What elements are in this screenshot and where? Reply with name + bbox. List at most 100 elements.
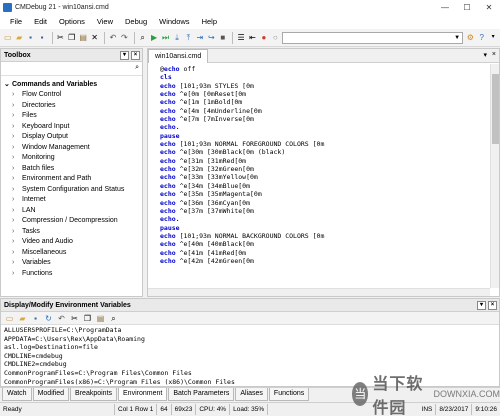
env-variable-row[interactable]: ALLUSERSPROFILE=C:\ProgramData <box>4 326 499 335</box>
redo-icon[interactable]: ↷ <box>120 32 129 43</box>
breakpoint-icon[interactable]: ● <box>259 32 268 43</box>
paste-icon[interactable]: ▤ <box>95 313 106 324</box>
open-folder-icon[interactable]: ▰ <box>14 32 23 43</box>
chevron-right-icon[interactable]: › <box>12 196 22 203</box>
chevron-right-icon[interactable]: › <box>12 165 22 172</box>
tab-aliases[interactable]: Aliases <box>235 388 268 401</box>
chevron-right-icon[interactable]: › <box>12 144 22 151</box>
collapse-icon[interactable]: ⌄ <box>4 80 12 88</box>
tree-item[interactable]: › Batch files <box>1 163 142 174</box>
list-icon[interactable]: ☰ <box>236 32 245 43</box>
cut-icon[interactable]: ✂ <box>56 32 65 43</box>
run-to-cursor-icon[interactable]: ⇥ <box>195 32 204 43</box>
chevron-right-icon[interactable]: › <box>12 238 22 245</box>
tree-item[interactable]: › Variables <box>1 258 142 269</box>
tab-close-icon[interactable]: × <box>492 51 496 58</box>
chevron-right-icon[interactable]: › <box>12 91 22 98</box>
chevron-right-icon[interactable]: › <box>12 133 22 140</box>
env-variable-row[interactable]: asl.log=Destination=file <box>4 343 499 352</box>
tab-breakpoints[interactable]: Breakpoints <box>70 388 118 401</box>
tree-item[interactable]: › Miscellaneous <box>1 247 142 258</box>
vertical-scrollbar[interactable] <box>490 64 499 288</box>
find-icon[interactable]: ⌕ <box>138 32 147 43</box>
options-icon[interactable]: ⚙ <box>466 32 475 43</box>
new-file-icon[interactable]: ▭ <box>3 32 12 43</box>
search-icon[interactable]: ⌕ <box>135 64 139 72</box>
save-icon[interactable]: ▪ <box>30 313 41 324</box>
delete-icon[interactable]: ✕ <box>90 32 99 43</box>
maximize-button[interactable]: ☐ <box>456 0 478 14</box>
env-variable-row[interactable]: CMDLINE2=cmdebug <box>4 360 499 369</box>
chevron-right-icon[interactable]: › <box>12 112 22 119</box>
horizontal-scrollbar[interactable] <box>148 288 490 296</box>
chevron-right-icon[interactable]: › <box>12 270 22 277</box>
tree-item[interactable]: › Internet <box>1 195 142 206</box>
step-into-icon[interactable]: ⤓ <box>172 32 181 43</box>
step-out-icon[interactable]: ⤒ <box>184 32 193 43</box>
tab-modified[interactable]: Modified <box>32 388 70 401</box>
help-icon[interactable]: ? <box>477 32 486 43</box>
tree-item[interactable]: › Functions <box>1 268 142 279</box>
chevron-right-icon[interactable]: › <box>12 123 22 130</box>
code-editor[interactable]: @echo off cls echo [101;93m STYLES [0m echo… <box>160 65 486 288</box>
pin-icon[interactable]: ▾ <box>477 300 486 310</box>
tree-item[interactable]: › Tasks <box>1 226 142 237</box>
tab-functions[interactable]: Functions <box>268 388 310 401</box>
tab-environment[interactable]: Environment <box>118 388 168 401</box>
line-gutter[interactable] <box>148 64 160 288</box>
chevron-right-icon[interactable]: › <box>12 217 22 224</box>
tree-item[interactable]: › Video and Audio <box>1 237 142 248</box>
tree-item[interactable]: › Keyboard Input <box>1 121 142 132</box>
toolbar-overflow-icon[interactable]: ▾ <box>488 32 497 43</box>
tree-item[interactable]: › Window Management <box>1 142 142 153</box>
save-icon[interactable]: ▪ <box>26 32 35 43</box>
chevron-right-icon[interactable]: › <box>12 102 22 109</box>
stop-icon[interactable]: ■ <box>218 32 227 43</box>
jump-icon[interactable]: ↪ <box>207 32 216 43</box>
pin-icon[interactable]: ▾ <box>120 50 129 60</box>
minimize-button[interactable]: — <box>434 0 456 14</box>
close-button[interactable]: ✕ <box>478 0 500 14</box>
clear-breakpoint-icon[interactable]: ○ <box>271 32 280 43</box>
chevron-down-icon[interactable]: ▼ <box>453 33 462 43</box>
close-icon[interactable]: × <box>131 50 140 60</box>
chevron-right-icon[interactable]: › <box>12 249 22 256</box>
close-icon[interactable]: × <box>488 300 497 310</box>
tree-item[interactable]: › Monitoring <box>1 153 142 164</box>
undo-icon[interactable]: ↶ <box>56 313 67 324</box>
chevron-right-icon[interactable]: › <box>12 228 22 235</box>
tree-item[interactable]: › Environment and Path <box>1 174 142 185</box>
env-variable-row[interactable]: CMDLINE=cmdebug <box>4 352 499 361</box>
paste-icon[interactable]: ▤ <box>78 32 87 43</box>
menu-options[interactable]: Options <box>53 17 91 26</box>
tree-item[interactable]: › Directories <box>1 100 142 111</box>
undo-icon[interactable]: ↶ <box>108 32 117 43</box>
chevron-right-icon[interactable]: › <box>12 259 22 266</box>
copy-icon[interactable]: ❐ <box>82 313 93 324</box>
tree-item[interactable]: › Files <box>1 111 142 122</box>
refresh-icon[interactable]: ↻ <box>43 313 54 324</box>
open-icon[interactable]: ▰ <box>17 313 28 324</box>
tree-item[interactable]: › Flow Control <box>1 90 142 101</box>
chevron-right-icon[interactable]: › <box>12 207 22 214</box>
cut-icon[interactable]: ✂ <box>69 313 80 324</box>
tab-dropdown-icon[interactable]: ▾ <box>483 51 487 59</box>
chevron-right-icon[interactable]: › <box>12 175 22 182</box>
tab-batch-parameters[interactable]: Batch Parameters <box>168 388 235 401</box>
find-icon[interactable]: ⌕ <box>108 313 119 324</box>
copy-icon[interactable]: ❐ <box>67 32 76 43</box>
indent-icon[interactable]: ⇤ <box>248 32 257 43</box>
tree-item[interactable]: › Display Output <box>1 132 142 143</box>
run-icon[interactable]: ▶ <box>149 32 158 43</box>
tab-win10ansi[interactable]: win10ansi.cmd <box>148 49 209 63</box>
menu-windows[interactable]: Windows <box>153 17 195 26</box>
menu-view[interactable]: View <box>91 17 119 26</box>
save-all-icon[interactable]: ▪ <box>37 32 46 43</box>
step-over-icon[interactable]: ⏭ <box>161 32 170 43</box>
chevron-right-icon[interactable]: › <box>12 186 22 193</box>
tree-item[interactable]: › LAN <box>1 205 142 216</box>
tree-category[interactable]: ⌄ Commands and Variables <box>1 79 142 90</box>
toolbox-search[interactable]: ⌕ <box>1 62 142 76</box>
menu-debug[interactable]: Debug <box>119 17 153 26</box>
menu-edit[interactable]: Edit <box>28 17 53 26</box>
